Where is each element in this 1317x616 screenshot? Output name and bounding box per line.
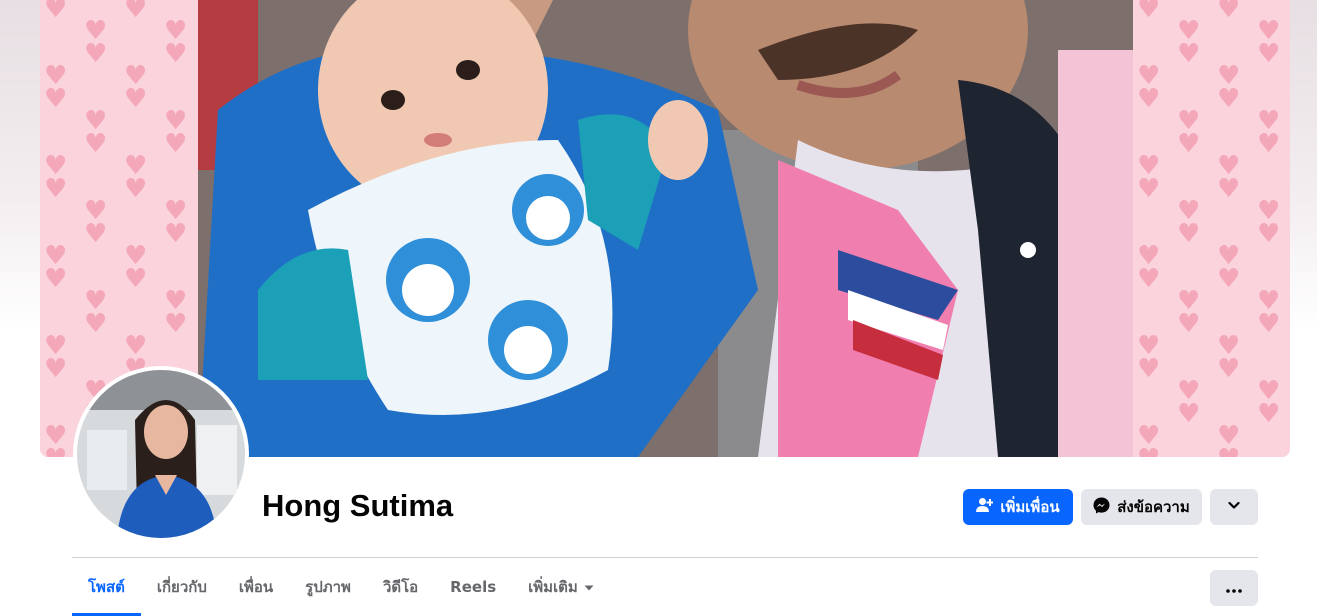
heart-pattern-icon: ♥ xyxy=(1257,39,1281,69)
heart-pattern-icon: ♥ xyxy=(1177,399,1201,429)
avatar-illustration xyxy=(77,370,245,538)
heart-pattern-icon: ♥ xyxy=(1177,129,1201,159)
heart-pattern-icon: ♥ xyxy=(84,219,108,249)
heart-pattern-icon: ♥ xyxy=(1137,264,1161,294)
more-dots-icon xyxy=(1226,581,1242,596)
heart-pattern-icon: ♥ xyxy=(1137,354,1161,384)
cover-photo-image xyxy=(198,0,1133,457)
profile-picture[interactable] xyxy=(73,366,249,542)
heart-pattern-icon: ♥ xyxy=(1177,309,1201,339)
heart-pattern-icon: ♥ xyxy=(44,84,68,114)
heart-pattern-icon: ♥ xyxy=(1257,129,1281,159)
tab-label: Reels xyxy=(450,578,497,596)
tab-videos[interactable]: วิดีโอ xyxy=(367,558,434,616)
heart-pattern-icon: ♥ xyxy=(44,174,68,204)
tab-actions-button[interactable] xyxy=(1210,570,1258,606)
message-label: ส่งข้อความ xyxy=(1117,498,1190,516)
heart-pattern-icon: ♥ xyxy=(1257,219,1281,249)
heart-pattern-icon: ♥ xyxy=(1217,174,1241,204)
tab-label: เพื่อน xyxy=(238,578,274,596)
heart-pattern-icon: ♥ xyxy=(1217,84,1241,114)
heart-pattern-icon: ♥ xyxy=(124,0,148,24)
heart-pattern-icon: ♥ xyxy=(1137,84,1161,114)
heart-pattern-icon: ♥ xyxy=(1137,0,1161,24)
heart-pattern-icon: ♥ xyxy=(84,309,108,339)
heart-pattern-icon: ♥ xyxy=(44,354,68,384)
heart-pattern-icon: ♥ xyxy=(164,219,188,249)
messenger-icon xyxy=(1093,497,1110,518)
heart-pattern-icon: ♥ xyxy=(84,39,108,69)
tab-label: เพิ่มเติม xyxy=(528,578,578,596)
heart-pattern-icon: ♥ xyxy=(1177,39,1201,69)
tab-reels[interactable]: Reels xyxy=(434,558,512,616)
heart-pattern-icon: ♥ xyxy=(124,174,148,204)
heart-pattern-icon: ♥ xyxy=(44,264,68,294)
profile-tabs: โพสต์ เกี่ยวกับ เพื่อน รูปภาพ วิดีโอ Ree… xyxy=(72,558,610,616)
tab-label: โพสต์ xyxy=(88,578,125,596)
heart-pattern-icon: ♥ xyxy=(84,129,108,159)
heart-pattern-icon: ♥ xyxy=(1137,174,1161,204)
avatar-image xyxy=(77,370,245,538)
tab-label: เกี่ยวกับ xyxy=(156,578,207,596)
heart-pattern-icon: ♥ xyxy=(1217,264,1241,294)
heart-pattern-icon: ♥ xyxy=(1257,399,1281,429)
tab-label: วิดีโอ xyxy=(382,578,419,596)
tab-friends[interactable]: เพื่อน xyxy=(223,558,289,616)
heart-pattern-icon: ♥ xyxy=(164,129,188,159)
heart-pattern-icon: ♥ xyxy=(1177,219,1201,249)
heart-pattern-icon: ♥ xyxy=(1257,309,1281,339)
heart-pattern-icon: ♥ xyxy=(1217,446,1243,457)
tab-label: รูปภาพ xyxy=(305,578,351,596)
tab-about[interactable]: เกี่ยวกับ xyxy=(141,558,223,616)
heart-pattern-icon: ♥ xyxy=(1217,354,1241,384)
add-friend-button[interactable]: เพิ่มเพื่อน xyxy=(963,489,1073,525)
heart-pattern-icon: ♥ xyxy=(124,264,148,294)
cover-photo[interactable]: ♥ ♥ ♥ ♥ ♥ ♥ ♥ ♥ ♥ ♥ ♥ ♥ ♥ ♥ ♥ ♥ ♥ ♥ ♥ ♥ ♥ ♥ ♥ ♥ ♥ ♥ ♥ ♥ ♥ ♥ ♥ ♥ ♥ ♥ ♥ ♥ ♥ ♥ ♥ ♥… xyxy=(40,0,1290,457)
cover-photo-illustration xyxy=(198,0,1133,457)
heart-pattern-icon: ♥ xyxy=(124,84,148,114)
heart-pattern-icon: ♥ xyxy=(44,0,68,24)
heart-pattern-icon: ♥ xyxy=(1217,0,1241,24)
heart-pattern-icon: ♥ xyxy=(44,446,70,457)
tab-photos[interactable]: รูปภาพ xyxy=(289,558,367,616)
chevron-down-icon xyxy=(1227,498,1241,516)
heart-pattern-icon: ♥ xyxy=(164,39,188,69)
profile-more-button[interactable] xyxy=(1210,489,1258,525)
heart-pattern-icon: ♥ xyxy=(1137,446,1163,457)
add-friend-label: เพิ่มเพื่อน xyxy=(1000,498,1060,516)
cover-heart-pattern-right: ♥ ♥ ♥ ♥ ♥ ♥ ♥ ♥ ♥ ♥ ♥ ♥ ♥ ♥ ♥ ♥ ♥ ♥ ♥ ♥ ♥ ♥ ♥ ♥ ♥ ♥ ♥ ♥ ♥ ♥ ♥ ♥ ♥ ♥ ♥ ♥ ♥ ♥ ♥ ♥… xyxy=(1133,0,1290,457)
message-button[interactable]: ส่งข้อความ xyxy=(1081,489,1202,525)
tab-more[interactable]: เพิ่มเติม xyxy=(512,558,610,616)
person-plus-icon xyxy=(976,497,994,517)
tab-posts[interactable]: โพสต์ xyxy=(72,558,141,616)
caret-down-icon xyxy=(584,578,594,596)
profile-name: Hong Sutima xyxy=(262,488,454,523)
heart-pattern-icon: ♥ xyxy=(164,309,188,339)
